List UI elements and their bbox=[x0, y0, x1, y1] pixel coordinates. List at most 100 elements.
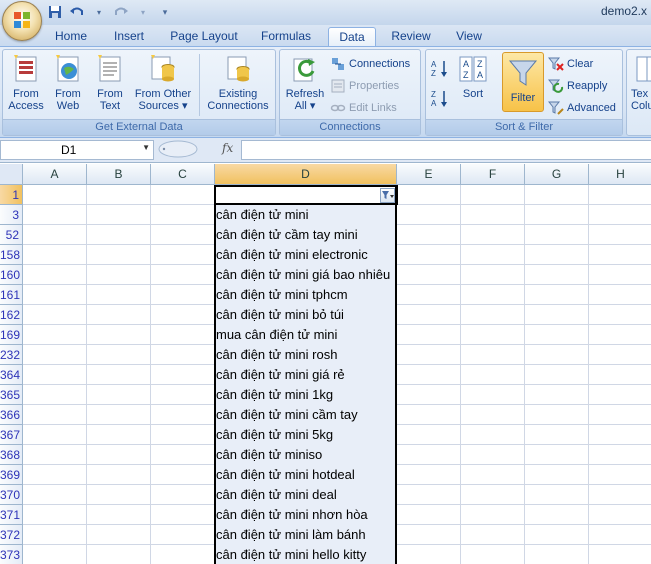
cell[interactable] bbox=[87, 325, 151, 345]
cell[interactable] bbox=[151, 385, 215, 405]
cell-d-value[interactable]: mua cân điện tử mini bbox=[216, 325, 337, 345]
row-header[interactable]: 169 bbox=[0, 325, 23, 345]
cell[interactable] bbox=[23, 505, 87, 525]
tab-insert[interactable]: Insert bbox=[104, 27, 154, 46]
cell[interactable] bbox=[525, 485, 589, 505]
cell-d-value[interactable]: cân điện tử mini nhơn hòa bbox=[216, 505, 368, 525]
cell[interactable] bbox=[87, 185, 151, 205]
cell[interactable] bbox=[23, 545, 87, 564]
cell[interactable] bbox=[87, 205, 151, 225]
undo-dropdown-icon[interactable]: ▾ bbox=[90, 3, 108, 21]
cell[interactable] bbox=[589, 285, 651, 305]
row-header[interactable]: 369 bbox=[0, 465, 23, 485]
cell[interactable] bbox=[87, 385, 151, 405]
cell[interactable] bbox=[461, 525, 525, 545]
cell[interactable] bbox=[461, 305, 525, 325]
row-header[interactable]: 158 bbox=[0, 245, 23, 265]
col-header-g[interactable]: G bbox=[525, 164, 589, 185]
cell-d-value[interactable]: cân điện tử mini rosh bbox=[216, 345, 337, 365]
cell[interactable] bbox=[461, 485, 525, 505]
cell-d-value[interactable]: cân điện tử mini giá bao nhiêu bbox=[216, 265, 390, 285]
active-cell-d1[interactable] bbox=[214, 185, 398, 205]
cell[interactable] bbox=[87, 245, 151, 265]
cell-d-value[interactable]: cân điện tử mini electronic bbox=[216, 245, 368, 265]
cell[interactable] bbox=[589, 185, 651, 205]
cell[interactable] bbox=[151, 525, 215, 545]
cell[interactable] bbox=[397, 505, 461, 525]
cell[interactable] bbox=[461, 365, 525, 385]
cell[interactable] bbox=[525, 225, 589, 245]
cell[interactable] bbox=[589, 245, 651, 265]
cell[interactable] bbox=[151, 325, 215, 345]
select-all-corner[interactable] bbox=[0, 164, 23, 185]
row-header[interactable]: 367 bbox=[0, 425, 23, 445]
cell[interactable] bbox=[461, 285, 525, 305]
tab-home[interactable]: Home bbox=[46, 27, 96, 46]
cell-d-value[interactable]: cân điện tử mini bỏ túi bbox=[216, 305, 344, 325]
cell[interactable] bbox=[397, 365, 461, 385]
cell[interactable] bbox=[397, 345, 461, 365]
cell[interactable] bbox=[151, 425, 215, 445]
cell[interactable] bbox=[525, 285, 589, 305]
cell[interactable] bbox=[589, 485, 651, 505]
cell[interactable] bbox=[589, 425, 651, 445]
cell[interactable] bbox=[461, 245, 525, 265]
cell[interactable] bbox=[589, 365, 651, 385]
cell[interactable] bbox=[461, 545, 525, 564]
cell[interactable] bbox=[589, 445, 651, 465]
formula-input[interactable] bbox=[241, 140, 651, 160]
cell[interactable] bbox=[151, 465, 215, 485]
row-header[interactable]: 364 bbox=[0, 365, 23, 385]
col-header-h[interactable]: H bbox=[589, 164, 651, 185]
refresh-all-button[interactable]: Refresh All ▾ bbox=[283, 53, 327, 112]
cell[interactable] bbox=[589, 525, 651, 545]
cell[interactable] bbox=[461, 185, 525, 205]
cell[interactable] bbox=[461, 425, 525, 445]
cell[interactable] bbox=[525, 325, 589, 345]
cell[interactable] bbox=[397, 445, 461, 465]
cell[interactable] bbox=[87, 505, 151, 525]
cell[interactable] bbox=[87, 425, 151, 445]
cell[interactable] bbox=[87, 345, 151, 365]
cell-d-value[interactable]: cân điện tử cầm tay mini bbox=[216, 225, 358, 245]
cell[interactable] bbox=[151, 485, 215, 505]
reapply-button[interactable]: Reapply bbox=[548, 77, 607, 95]
cell[interactable] bbox=[23, 425, 87, 445]
redo-dropdown-icon[interactable]: ▾ bbox=[134, 3, 152, 21]
cell[interactable] bbox=[397, 205, 461, 225]
filter-button[interactable]: Filter bbox=[502, 52, 544, 112]
cell-d-value[interactable]: cân điện tử mini bbox=[216, 205, 309, 225]
cell[interactable] bbox=[525, 385, 589, 405]
cell[interactable] bbox=[151, 545, 215, 564]
advanced-button[interactable]: Advanced bbox=[548, 99, 616, 117]
cell-d-value[interactable]: cân điện tử mini deal bbox=[216, 485, 337, 505]
cell[interactable] bbox=[87, 465, 151, 485]
cell[interactable] bbox=[151, 225, 215, 245]
from-text-button[interactable]: From Text bbox=[89, 53, 131, 112]
cell[interactable] bbox=[151, 245, 215, 265]
cell[interactable] bbox=[589, 205, 651, 225]
cell[interactable] bbox=[525, 505, 589, 525]
cell[interactable] bbox=[23, 225, 87, 245]
cell[interactable] bbox=[589, 305, 651, 325]
cell[interactable] bbox=[87, 365, 151, 385]
cell[interactable] bbox=[23, 345, 87, 365]
cell[interactable] bbox=[23, 325, 87, 345]
from-access-button[interactable]: From Access bbox=[5, 53, 47, 112]
cell[interactable] bbox=[461, 385, 525, 405]
cell[interactable] bbox=[589, 225, 651, 245]
tab-view[interactable]: View bbox=[446, 27, 492, 46]
cell[interactable] bbox=[23, 245, 87, 265]
cell[interactable] bbox=[151, 505, 215, 525]
cell[interactable] bbox=[23, 305, 87, 325]
cell[interactable] bbox=[525, 305, 589, 325]
cell[interactable] bbox=[23, 285, 87, 305]
from-other-sources-button[interactable]: From Other Sources ▾ bbox=[131, 53, 195, 112]
cell[interactable] bbox=[87, 445, 151, 465]
cell[interactable] bbox=[397, 325, 461, 345]
row-header[interactable]: 368 bbox=[0, 445, 23, 465]
cell[interactable] bbox=[525, 365, 589, 385]
cell[interactable] bbox=[525, 525, 589, 545]
cell[interactable] bbox=[397, 385, 461, 405]
tab-page-layout[interactable]: Page Layout bbox=[164, 27, 244, 46]
